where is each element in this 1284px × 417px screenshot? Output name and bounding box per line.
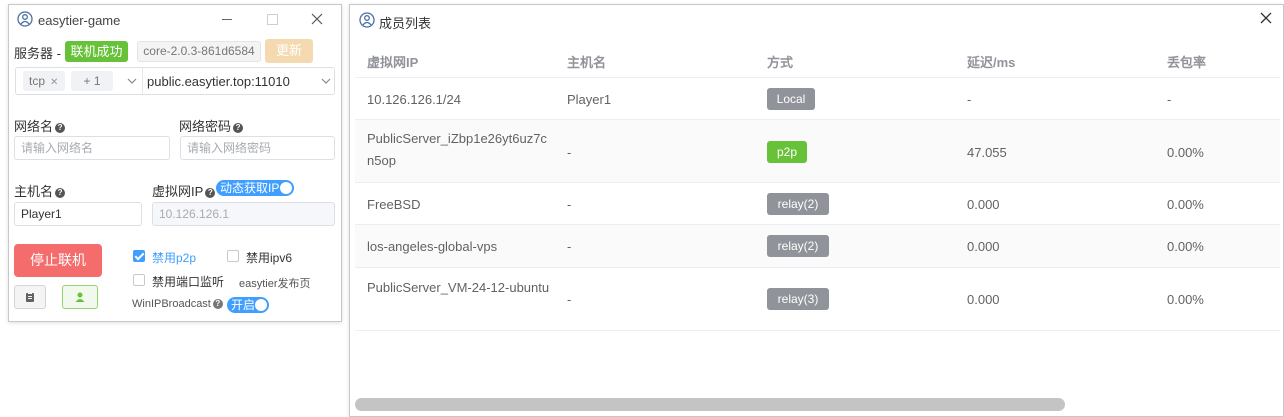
disable-p2p-checkbox[interactable]	[133, 250, 145, 262]
server-select[interactable]: tcp ✕ + 1 public.easytier.top:11010	[15, 67, 335, 95]
switch-knob	[280, 182, 292, 194]
hostname-input[interactable]: Player1	[14, 202, 142, 226]
mode-badge: relay(3)	[767, 288, 829, 310]
disable-p2p-label[interactable]: 禁用p2p	[152, 249, 196, 266]
clipboard-icon	[26, 292, 34, 302]
virtual-ip-input: 10.126.126.1	[152, 202, 335, 226]
cell-host: -	[567, 239, 572, 254]
version-tag: core-2.0.3-861d6584	[137, 41, 261, 62]
cell-latency: 0.000	[967, 197, 1000, 212]
switch-knob	[255, 299, 267, 311]
divider	[355, 77, 1280, 78]
maximize-button[interactable]	[263, 10, 281, 28]
protocol-more-tag: + 1	[71, 71, 113, 91]
hostname-label-text: 主机名	[14, 184, 54, 199]
tag-close-icon[interactable]: ✕	[50, 77, 58, 88]
app-logo-icon	[17, 11, 33, 27]
cell-host: -	[567, 292, 572, 307]
divider	[355, 330, 1280, 331]
disable-ipv6-label[interactable]: 禁用ipv6	[246, 249, 292, 266]
dhcp-switch[interactable]: 动态获取IP	[216, 180, 294, 196]
cell-host: -	[567, 197, 572, 212]
divider	[355, 182, 1280, 183]
horizontal-scrollbar[interactable]	[355, 398, 1065, 411]
app-window: easytier-game 服务器 - 联机成功 core-2.0.3-861d…	[8, 4, 342, 322]
column-header-mode[interactable]: 方式	[767, 52, 793, 71]
chevron-down-icon[interactable]	[321, 76, 331, 86]
virtual-ip-label-text: 虚拟网IP	[152, 184, 204, 199]
cell-ip: PublicServer_VM-24-12-ubuntu	[367, 280, 550, 295]
column-header-ip[interactable]: 虚拟网IP	[367, 52, 418, 71]
cell-latency: 0.000	[967, 292, 1000, 307]
disable-port-monitor-checkbox[interactable]	[133, 274, 145, 286]
network-password-input[interactable]: 请输入网络密码	[180, 136, 335, 160]
close-icon[interactable]	[1260, 12, 1272, 24]
members-title: 成员列表	[379, 16, 432, 31]
close-icon	[311, 13, 323, 25]
cell-ip: 10.126.126.1/24	[367, 92, 461, 107]
protocol-tag-label: tcp	[29, 74, 46, 88]
network-name-label-text: 网络名	[14, 119, 54, 134]
column-header-latency[interactable]: 延迟/ms	[967, 52, 1015, 71]
members-button[interactable]	[62, 285, 98, 309]
help-icon[interactable]: ?	[212, 299, 223, 309]
cell-host: -	[567, 145, 572, 160]
chevron-down-icon[interactable]	[127, 76, 137, 86]
cell-latency: 0.000	[967, 239, 1000, 254]
hostname-label: 主机名?	[14, 181, 66, 200]
cell-loss: 0.00%	[1167, 145, 1204, 160]
winip-broadcast-label-text: WinIPBroadcast	[132, 298, 211, 310]
network-password-label: 网络密码?	[179, 116, 244, 135]
disable-port-monitor-label[interactable]: 禁用端口监听	[152, 273, 224, 290]
cell-ip: PublicServer_iZbp1e26yt6uz7cn5op	[367, 131, 547, 168]
members-window: 成员列表 虚拟网IP 主机名 方式 延迟/ms 丢包率 10.126.126.1…	[349, 4, 1284, 417]
winip-switch-label: 开启	[231, 298, 256, 312]
app-logo-icon	[359, 12, 375, 28]
cell-host: Player1	[567, 92, 612, 107]
help-icon[interactable]: ?	[55, 188, 66, 198]
update-button[interactable]: 更新	[265, 39, 313, 63]
user-icon	[75, 292, 85, 302]
help-icon[interactable]: ?	[233, 123, 244, 133]
cell-loss: 0.00%	[1167, 239, 1204, 254]
virtual-ip-label: 虚拟网IP?	[152, 181, 216, 200]
disable-ipv6-checkbox[interactable]	[227, 250, 239, 262]
close-button[interactable]	[308, 10, 326, 28]
divider	[355, 267, 1280, 268]
network-password-label-text: 网络密码	[179, 119, 232, 134]
help-icon[interactable]: ?	[55, 123, 66, 133]
column-header-loss[interactable]: 丢包率	[1167, 52, 1206, 71]
minimize-button[interactable]	[218, 10, 236, 28]
network-name-input[interactable]: 请输入网络名	[14, 136, 170, 160]
clipboard-button[interactable]	[14, 285, 46, 309]
mode-badge: relay(2)	[767, 193, 829, 215]
server-address: public.easytier.top:11010	[147, 74, 290, 89]
cell-latency: 47.055	[967, 145, 1007, 160]
title-bar[interactable]: easytier-game	[9, 5, 341, 35]
dhcp-switch-label: 动态获取IP	[220, 181, 280, 195]
release-page-link[interactable]: easytier发布页	[239, 275, 311, 291]
divider	[142, 68, 143, 94]
mode-badge: relay(2)	[767, 235, 829, 257]
server-label: 服务器 -	[14, 46, 61, 61]
protocol-tag[interactable]: tcp ✕	[23, 71, 65, 91]
mode-badge: p2p	[767, 141, 807, 163]
network-name-label: 网络名?	[14, 116, 66, 135]
cell-ip: FreeBSD	[367, 197, 421, 212]
column-header-host[interactable]: 主机名	[567, 52, 606, 71]
app-title: easytier-game	[38, 13, 121, 28]
winip-switch[interactable]: 开启	[227, 297, 269, 313]
cell-loss: 0.00%	[1167, 197, 1204, 212]
stop-connection-button[interactable]: 停止联机	[14, 244, 102, 277]
status-tag: 联机成功	[65, 41, 128, 62]
cell-loss: -	[1167, 92, 1172, 107]
help-icon[interactable]: ?	[205, 188, 216, 198]
mode-badge: Local	[767, 88, 815, 110]
cell-loss: 0.00%	[1167, 292, 1204, 307]
cell-ip: los-angeles-global-vps	[367, 239, 498, 254]
winip-broadcast-label: WinIPBroadcast?	[132, 298, 223, 310]
cell-latency: -	[967, 92, 972, 107]
